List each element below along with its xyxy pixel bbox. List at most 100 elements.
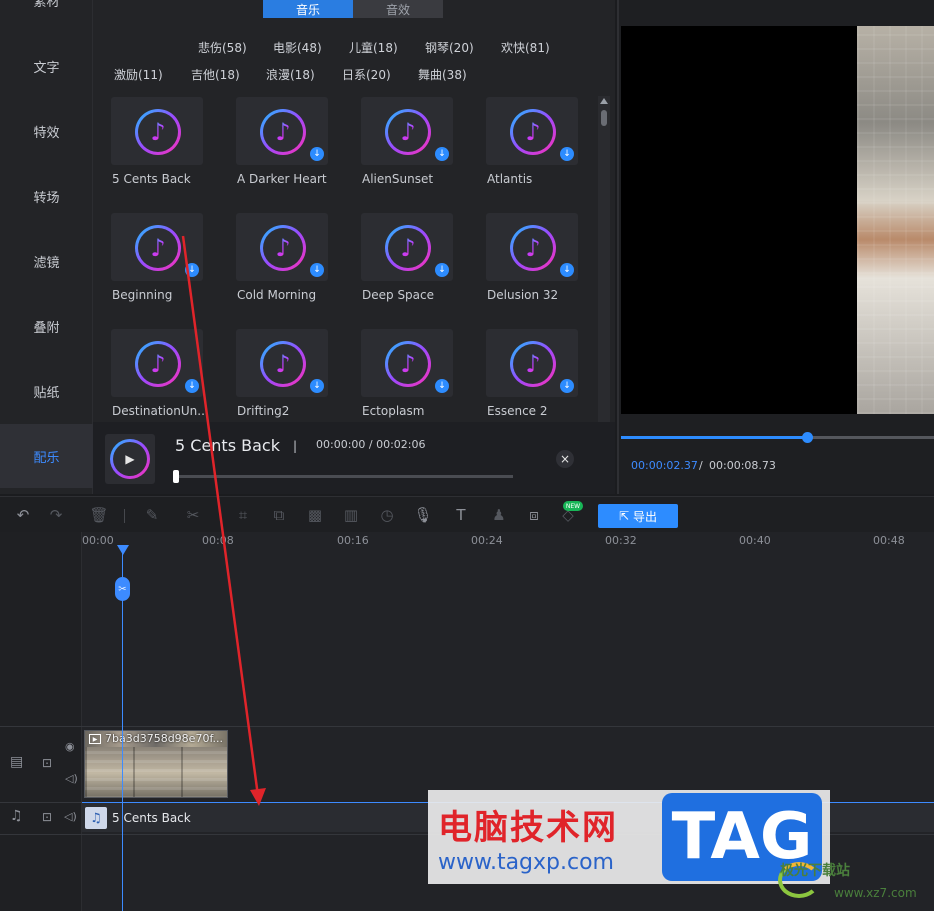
edit-icon[interactable]: ✎ — [142, 505, 162, 525]
download-icon[interactable]: ↓ — [435, 263, 449, 277]
ruler-label: 00:16 — [337, 534, 369, 547]
genre-dance[interactable]: 舞曲(38) — [418, 66, 467, 83]
video-clip-thumbnails — [85, 747, 227, 797]
download-icon[interactable]: ↓ — [310, 263, 324, 277]
scrollbar-thumb[interactable] — [601, 110, 607, 126]
play-icon[interactable]: ▶ — [110, 439, 150, 479]
export-button[interactable]: ⇱ 导出 — [598, 504, 678, 528]
sidebar-item-material[interactable]: 素材 — [0, 0, 93, 32]
volume-icon[interactable]: ◁) — [64, 810, 77, 823]
download-icon[interactable]: ↓ — [185, 379, 199, 393]
download-icon[interactable]: ↓ — [435, 379, 449, 393]
download-icon[interactable]: ↓ — [435, 147, 449, 161]
genre-kids[interactable]: 儿童(18) — [349, 39, 398, 56]
music-note-icon: ♪ — [510, 341, 556, 387]
track-card[interactable]: ♪ ↓ — [361, 213, 453, 281]
sidebar-item-music[interactable]: 配乐 — [0, 424, 93, 488]
track-card[interactable]: ♪ ↓ — [111, 329, 203, 397]
sidebar-item-transitions[interactable]: 转场 — [0, 164, 93, 228]
genre-romance[interactable]: 浪漫(18) — [266, 66, 315, 83]
lock-icon[interactable]: ⊡ — [42, 756, 52, 770]
genre-upbeat[interactable]: 欢快(81) — [501, 39, 550, 56]
tab-sound-effects[interactable]: 音效 — [353, 0, 443, 18]
microphone-icon[interactable]: 🎙 — [413, 505, 433, 525]
delete-icon[interactable]: 🗑 — [89, 505, 109, 525]
track-title: A Darker Heart — [237, 172, 327, 186]
download-icon[interactable]: ↓ — [310, 379, 324, 393]
now-playing-progress-handle[interactable] — [173, 470, 179, 483]
sidebar-item-text[interactable]: 文字 — [0, 34, 93, 98]
playhead-marker[interactable] — [117, 545, 129, 555]
now-playing-title: 5 Cents Back — [175, 436, 280, 455]
scroll-up-icon[interactable] — [600, 98, 608, 104]
now-playing-thumbnail[interactable]: ▶ — [105, 434, 155, 484]
download-icon[interactable]: ↓ — [560, 379, 574, 393]
text-to-speech-icon[interactable]: T — [451, 505, 471, 525]
watermark-banner: 电脑技术网 www.tagxp.com TAG — [428, 790, 830, 884]
sidebar-item-filters[interactable]: 滤镜 — [0, 229, 93, 293]
sidebar-item-label: 配乐 — [33, 450, 60, 466]
sidebar-item-stickers[interactable]: 贴纸 — [0, 359, 93, 423]
track-card[interactable]: ♪ ↓ — [486, 97, 578, 165]
genre-piano[interactable]: 钢琴(20) — [425, 39, 474, 56]
crop-icon[interactable]: ⌗ — [233, 505, 253, 525]
genre-inspire[interactable]: 激励(11) — [114, 66, 163, 83]
now-playing-progress[interactable] — [175, 475, 513, 478]
sidebar-item-effects[interactable]: 特效 — [0, 99, 93, 163]
music-note-icon: ♪ — [135, 109, 181, 155]
preview-progress-track[interactable] — [621, 436, 934, 439]
track-card[interactable]: ♪ ↓ — [361, 329, 453, 397]
track-card[interactable]: ♪ ↓ — [236, 97, 328, 165]
video-clip-icon: ▶ — [89, 734, 101, 744]
genre-film[interactable]: 电影(48) — [273, 39, 322, 56]
track-card[interactable]: ♪ — [111, 97, 203, 165]
track-card[interactable]: ♪ ↓ — [486, 329, 578, 397]
close-icon[interactable]: × — [556, 450, 574, 468]
ruler-label: 00:08 — [202, 534, 234, 547]
preview-progress-handle[interactable] — [802, 432, 813, 443]
track-card[interactable]: ♪ ↓ — [111, 213, 203, 281]
download-icon[interactable]: ↓ — [560, 147, 574, 161]
now-playing-bar: ▶ 5 Cents Back | 00:00:00 / 00:02:06 × — [93, 422, 615, 494]
scissors-icon[interactable]: ✂ — [183, 505, 203, 525]
ruler-label: 00:24 — [471, 534, 503, 547]
volume-icon[interactable]: ◁) — [65, 772, 78, 785]
mosaic-icon[interactable]: ▩ — [305, 505, 325, 525]
playhead-line[interactable] — [122, 548, 123, 911]
eye-icon[interactable]: ◉ — [65, 740, 75, 753]
video-preview[interactable] — [621, 26, 934, 414]
genre-japanese[interactable]: 日系(20) — [342, 66, 391, 83]
genre-guitar[interactable]: 吉他(18) — [191, 66, 240, 83]
genre-sad[interactable]: 悲伤(58) — [198, 39, 247, 56]
track-card[interactable]: ♪ ↓ — [361, 97, 453, 165]
download-icon[interactable]: ↓ — [185, 263, 199, 277]
track-title: AlienSunset — [362, 172, 434, 186]
sidebar-item-label: 贴纸 — [33, 385, 60, 401]
resize-icon[interactable]: ⧉ — [269, 505, 289, 525]
track-card[interactable]: ♪ ↓ — [236, 329, 328, 397]
audio-level-icon[interactable]: ▥ — [341, 505, 361, 525]
track-title: 5 Cents Back — [112, 172, 191, 186]
watermark-site-name: 极光下载站 — [780, 863, 850, 879]
track-card[interactable]: ♪ ↓ — [236, 213, 328, 281]
redo-icon[interactable]: ↷ — [46, 505, 66, 525]
app-window: 素材 文字 特效 转场 滤镜 叠附 贴纸 配乐 音乐 音效 悲伤(58) 电影(… — [0, 0, 934, 911]
sidebar-item-overlay[interactable]: 叠附 — [0, 294, 93, 358]
layers-icon[interactable]: ⧈ — [524, 505, 544, 525]
timeline-toolbar: ↶ ↷ 🗑 ✎ ✂ ⌗ ⧉ ▩ ▥ ◷ 🎙 T ♟ ⧈ ◇ NEW ⇱ 导出 — [0, 496, 934, 532]
track-title: Atlantis — [487, 172, 533, 186]
film-icon: ▤ — [10, 754, 24, 770]
clock-icon[interactable]: ◷ — [377, 505, 397, 525]
tab-music[interactable]: 音乐 — [263, 0, 353, 18]
voice-change-icon[interactable]: ♟ — [489, 505, 509, 525]
lock-icon[interactable]: ⊡ — [42, 810, 52, 824]
track-card[interactable]: ♪ ↓ — [486, 213, 578, 281]
download-icon[interactable]: ↓ — [560, 263, 574, 277]
preview-duration: 00:00:08.73 — [709, 459, 776, 472]
scissors-icon[interactable]: ✂ — [115, 577, 130, 601]
library-scrollbar[interactable] — [598, 96, 610, 422]
undo-icon[interactable]: ↶ — [13, 505, 33, 525]
video-clip[interactable]: ▶ 7ba3d3758d98e70f... — [84, 730, 228, 798]
preview-panel: 00:00:02.37 / 00:00:08.73 — [617, 0, 934, 494]
download-icon[interactable]: ↓ — [310, 147, 324, 161]
